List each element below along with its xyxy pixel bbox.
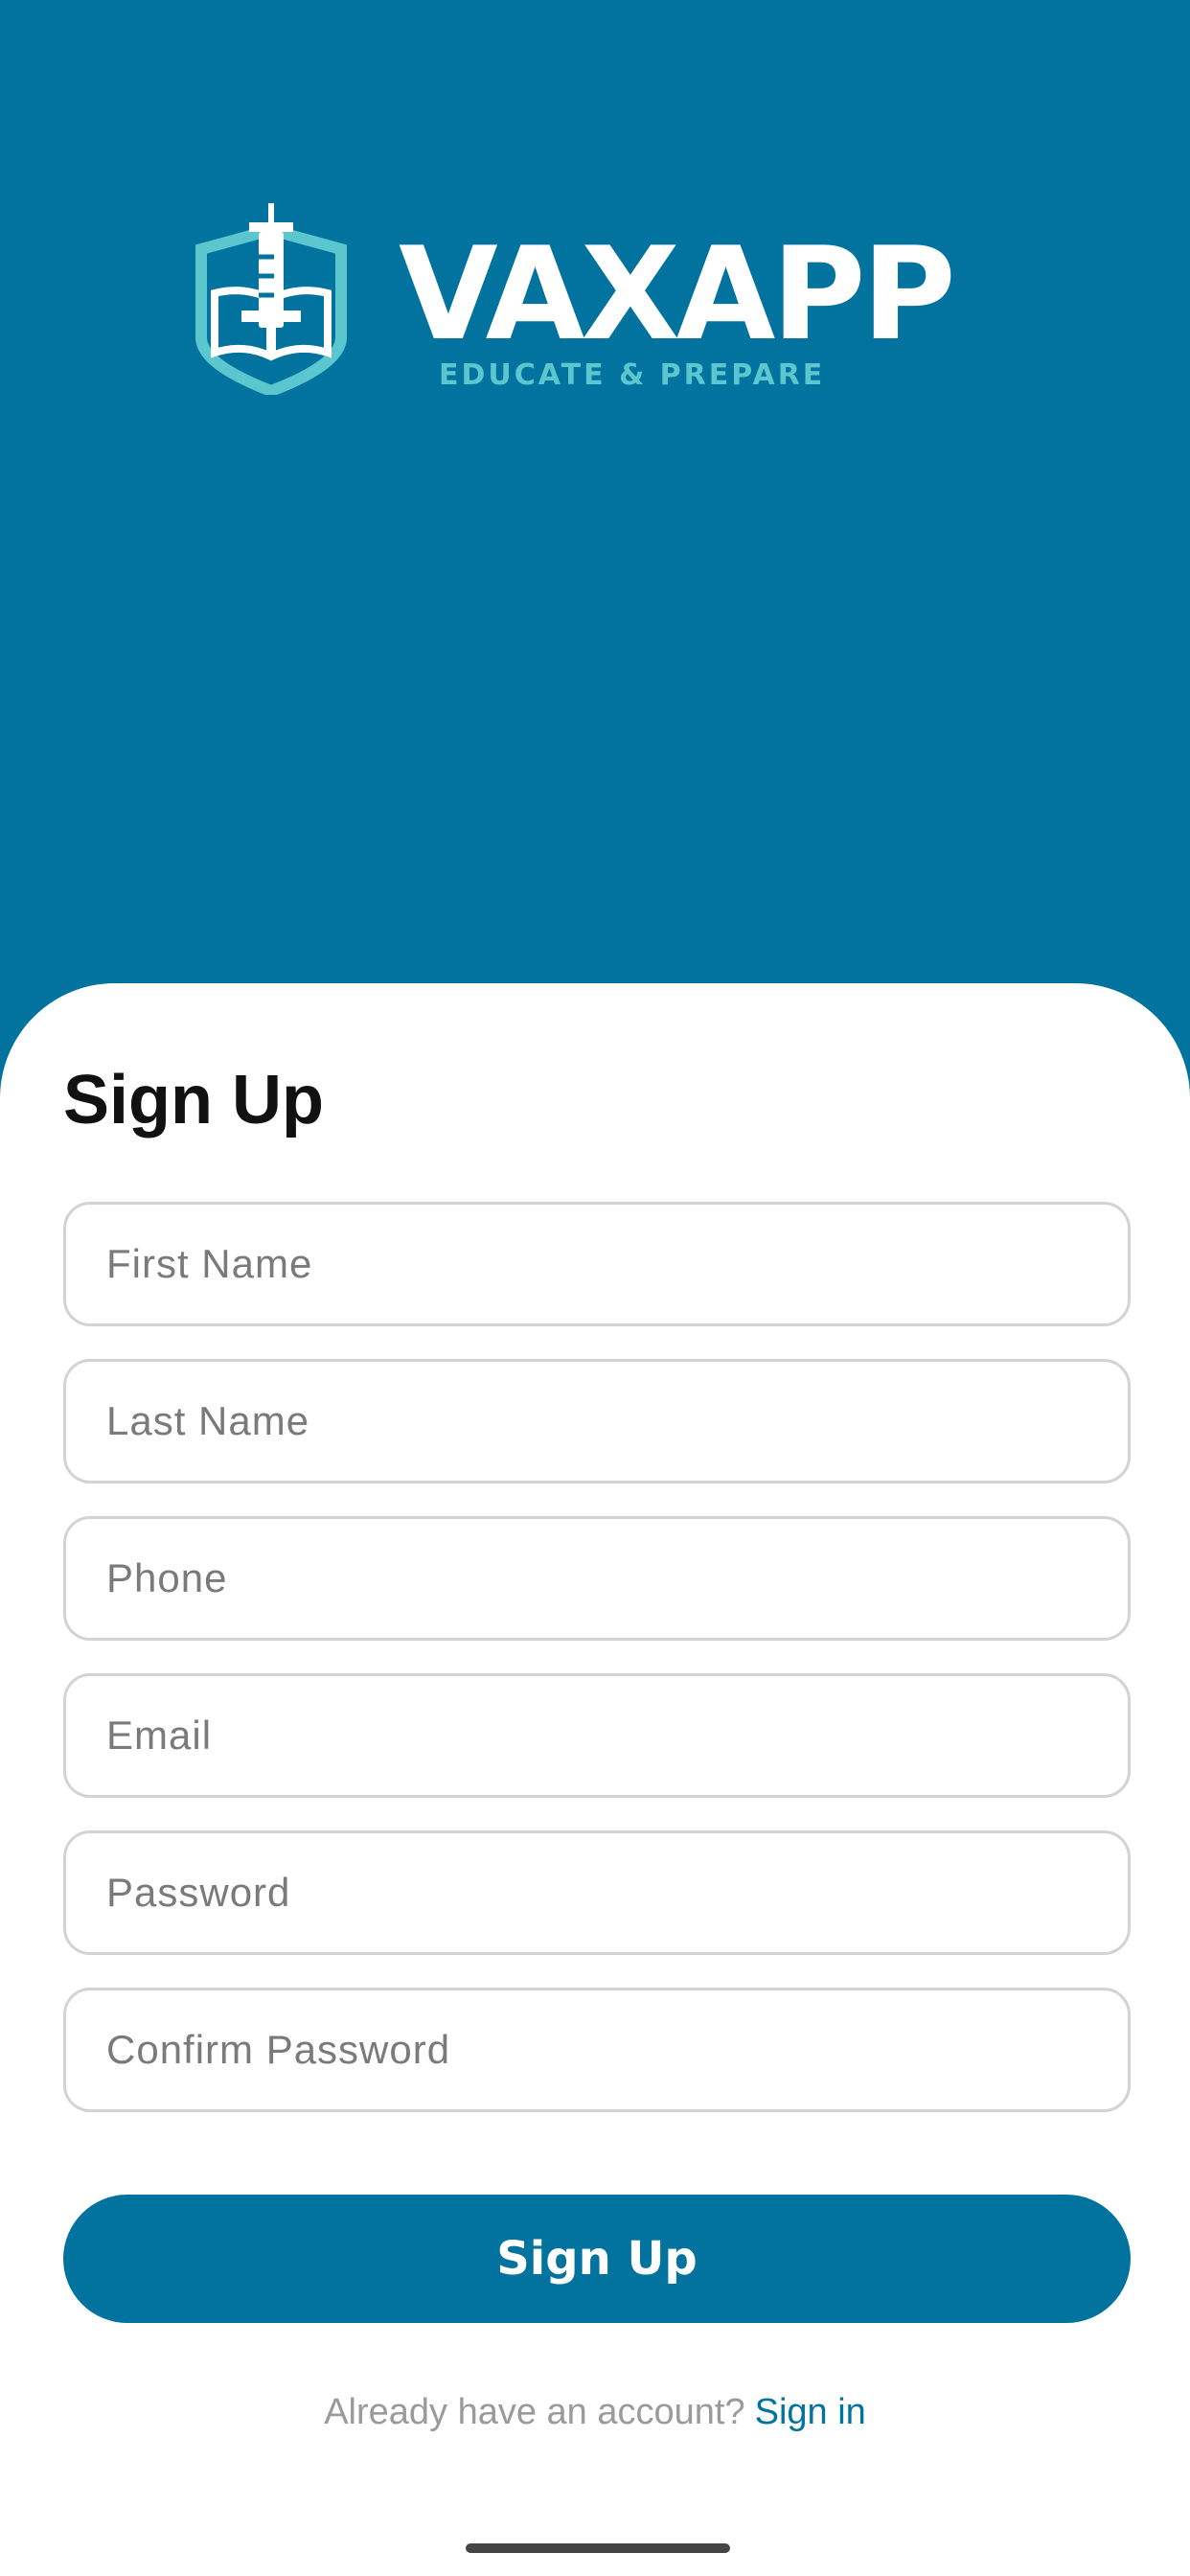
header-banner: VAXAPP EDUCATE & PREPARE: [0, 0, 1190, 1054]
signin-prompt: Already have an account? Sign in: [0, 2392, 1190, 2433]
home-indicator[interactable]: [466, 2543, 730, 2553]
page-title: Sign Up: [63, 1062, 324, 1138]
sign-up-button[interactable]: Sign Up: [63, 2195, 1131, 2323]
sign-in-link[interactable]: Sign in: [755, 2392, 866, 2432]
email-field[interactable]: [63, 1673, 1131, 1798]
brand-name: VAXAPP: [399, 219, 956, 369]
syringe-book-shield-icon: [195, 203, 347, 395]
brand-tagline: EDUCATE & PREPARE: [439, 358, 826, 392]
last-name-field[interactable]: [63, 1359, 1131, 1484]
first-name-field[interactable]: [63, 1202, 1131, 1326]
signin-prompt-text: Already have an account?: [324, 2392, 745, 2432]
confirm-password-field[interactable]: [63, 1988, 1131, 2112]
password-field[interactable]: [63, 1830, 1131, 1955]
app-logo: VAXAPP EDUCATE & PREPARE: [190, 203, 1014, 404]
signup-sheet: Sign Up Sign Up Already have an account?…: [0, 983, 1190, 2576]
phone-field[interactable]: [63, 1516, 1131, 1641]
